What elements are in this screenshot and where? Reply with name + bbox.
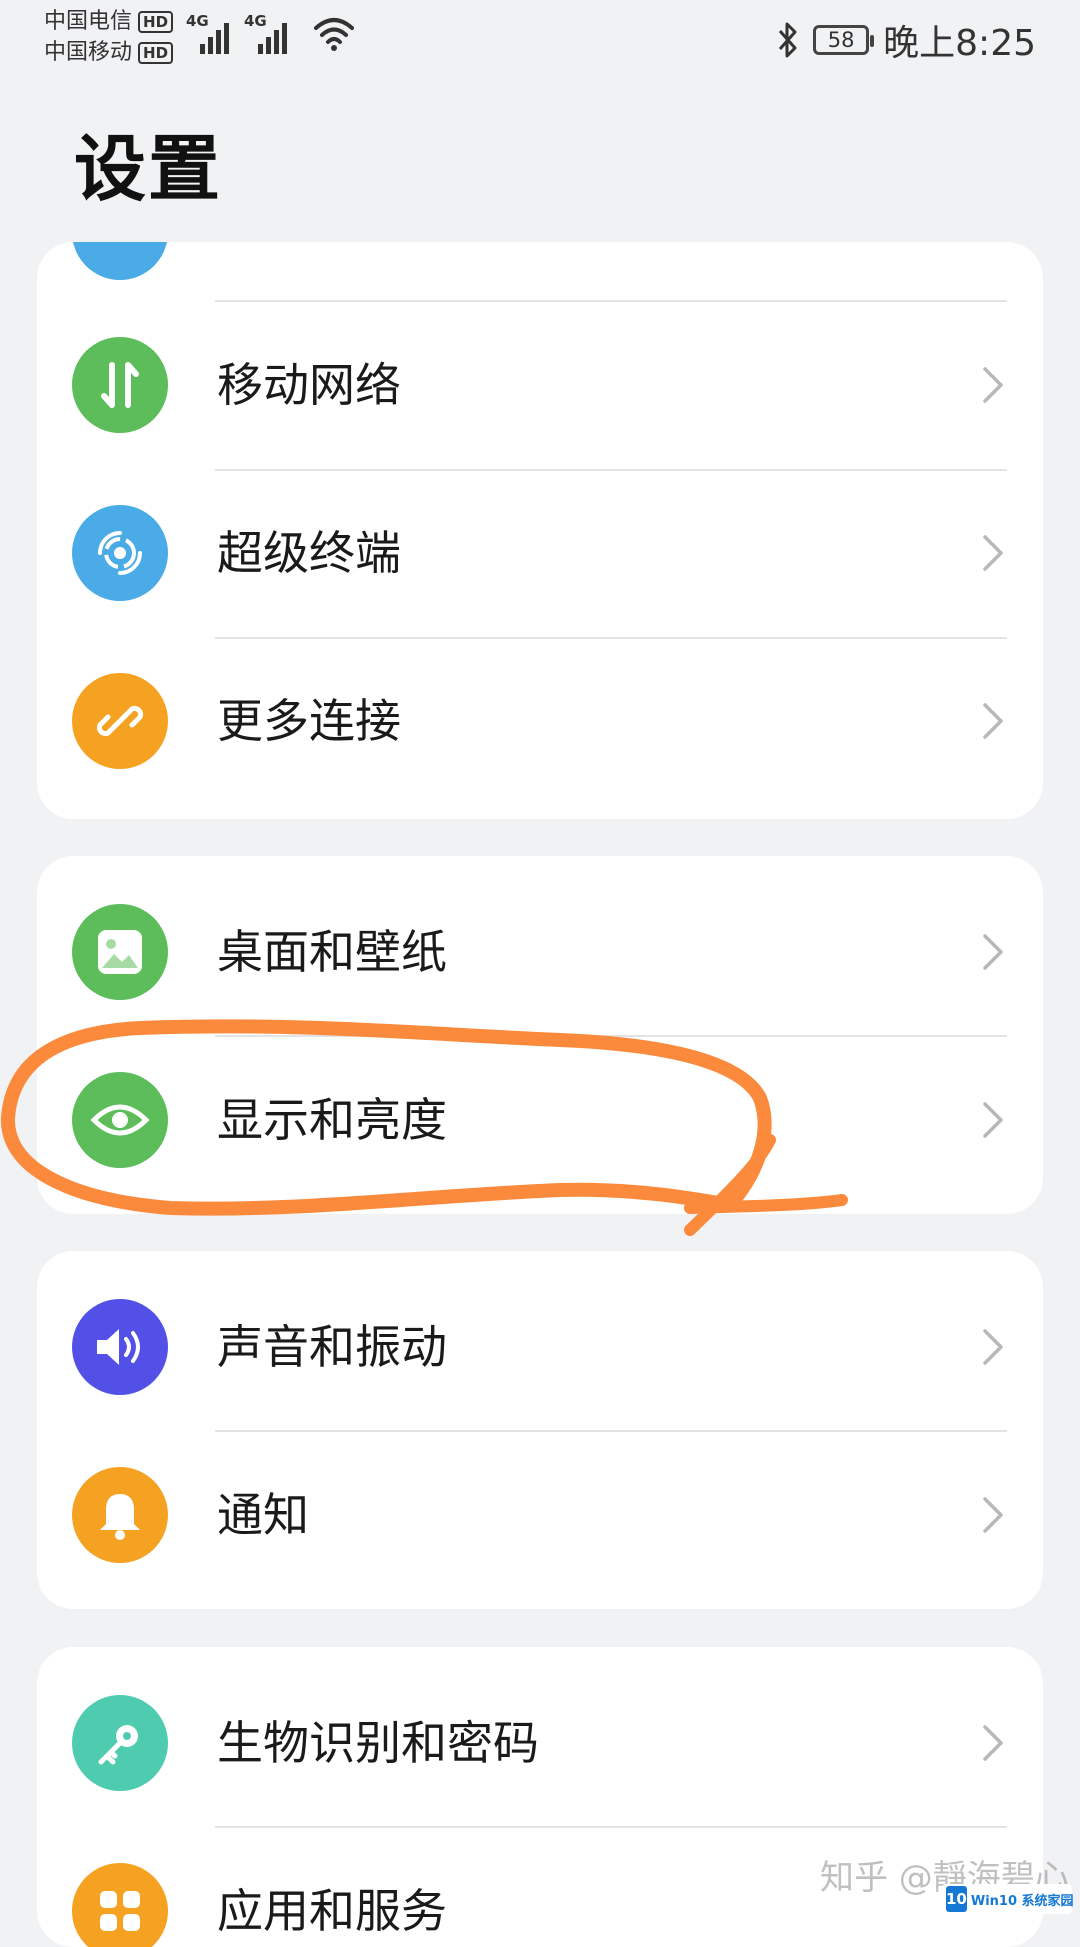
settings-item-sound-vibration[interactable]: 声音和振动	[37, 1263, 1043, 1431]
settings-item-super-device[interactable]: 超级终端	[37, 469, 1043, 637]
watermark-logo-text: Win10 系统家园	[970, 1893, 1074, 1909]
apps-icon	[72, 1863, 168, 1947]
signal-2: 4G	[244, 12, 294, 54]
carrier-info: 中国电信 HD 中国移动 HD	[44, 6, 174, 68]
settings-item-label: 移动网络	[217, 358, 401, 412]
carrier-2-label: 中国移动	[44, 40, 133, 65]
battery-level: 58	[827, 28, 855, 52]
chevron-right-icon	[983, 1497, 1003, 1533]
settings-item-desktop-wallpaper[interactable]: 桌面和壁纸	[37, 868, 1043, 1036]
hd-badge: HD	[138, 41, 174, 64]
settings-group-connectivity: 移动网络 超级终端 更多连接	[37, 242, 1043, 819]
hd-badge: HD	[138, 10, 174, 33]
chevron-right-icon	[983, 1102, 1003, 1138]
win10-logo-icon: 10	[946, 1886, 967, 1912]
settings-group-security: 生物识别和密码 应用和服务	[37, 1647, 1043, 1947]
settings-item-label: 生物识别和密码	[217, 1716, 539, 1770]
link-icon	[72, 673, 168, 769]
chevron-right-icon	[983, 703, 1003, 739]
chevron-right-icon	[983, 1725, 1003, 1761]
settings-group-sound: 声音和振动 通知	[37, 1251, 1043, 1609]
settings-item-label: 更多连接	[217, 694, 401, 748]
settings-item-label: 通知	[217, 1488, 309, 1542]
settings-group-display: 桌面和壁纸 显示和亮度	[37, 856, 1043, 1214]
chevron-right-icon	[983, 1329, 1003, 1365]
settings-item-more-connections[interactable]: 更多连接	[37, 637, 1043, 805]
settings-item-notifications[interactable]: 通知	[37, 1431, 1043, 1599]
partial-row-icon	[72, 242, 168, 280]
settings-item-mobile-network[interactable]: 移动网络	[37, 301, 1043, 469]
mobile-data-icon	[72, 337, 168, 433]
bell-icon	[72, 1467, 168, 1563]
wifi-icon	[314, 18, 354, 51]
chevron-right-icon	[983, 934, 1003, 970]
bluetooth-icon	[779, 22, 797, 58]
settings-item-label: 应用和服务	[217, 1884, 447, 1938]
speaker-icon	[72, 1299, 168, 1395]
settings-item-display-brightness[interactable]: 显示和亮度	[37, 1036, 1043, 1204]
key-icon	[72, 1695, 168, 1791]
settings-item-label: 桌面和壁纸	[217, 925, 447, 979]
clock: 晚上8:25	[883, 23, 1036, 64]
battery-indicator: 58	[813, 25, 875, 55]
eye-icon	[72, 1072, 168, 1168]
settings-item-label: 声音和振动	[217, 1320, 447, 1374]
signal-strength-icon	[258, 23, 287, 54]
settings-item-label: 显示和亮度	[217, 1093, 447, 1147]
status-bar: 中国电信 HD 中国移动 HD 4G 4G 58 晚上8:25	[0, 0, 1080, 70]
settings-item-biometrics-password[interactable]: 生物识别和密码	[37, 1659, 1043, 1827]
chevron-right-icon	[983, 535, 1003, 571]
signal-strength-icon	[200, 23, 229, 54]
wallpaper-icon	[72, 904, 168, 1000]
super-device-icon	[72, 505, 168, 601]
carrier-1-label: 中国电信	[44, 9, 133, 34]
settings-item-label: 超级终端	[217, 526, 401, 580]
signal-1: 4G	[186, 12, 236, 54]
chevron-right-icon	[983, 367, 1003, 403]
watermark-logo: 10 Win10 系统家园	[942, 1884, 1074, 1914]
page-title: 设置	[74, 127, 223, 211]
signal-indicators: 4G 4G	[186, 12, 294, 54]
